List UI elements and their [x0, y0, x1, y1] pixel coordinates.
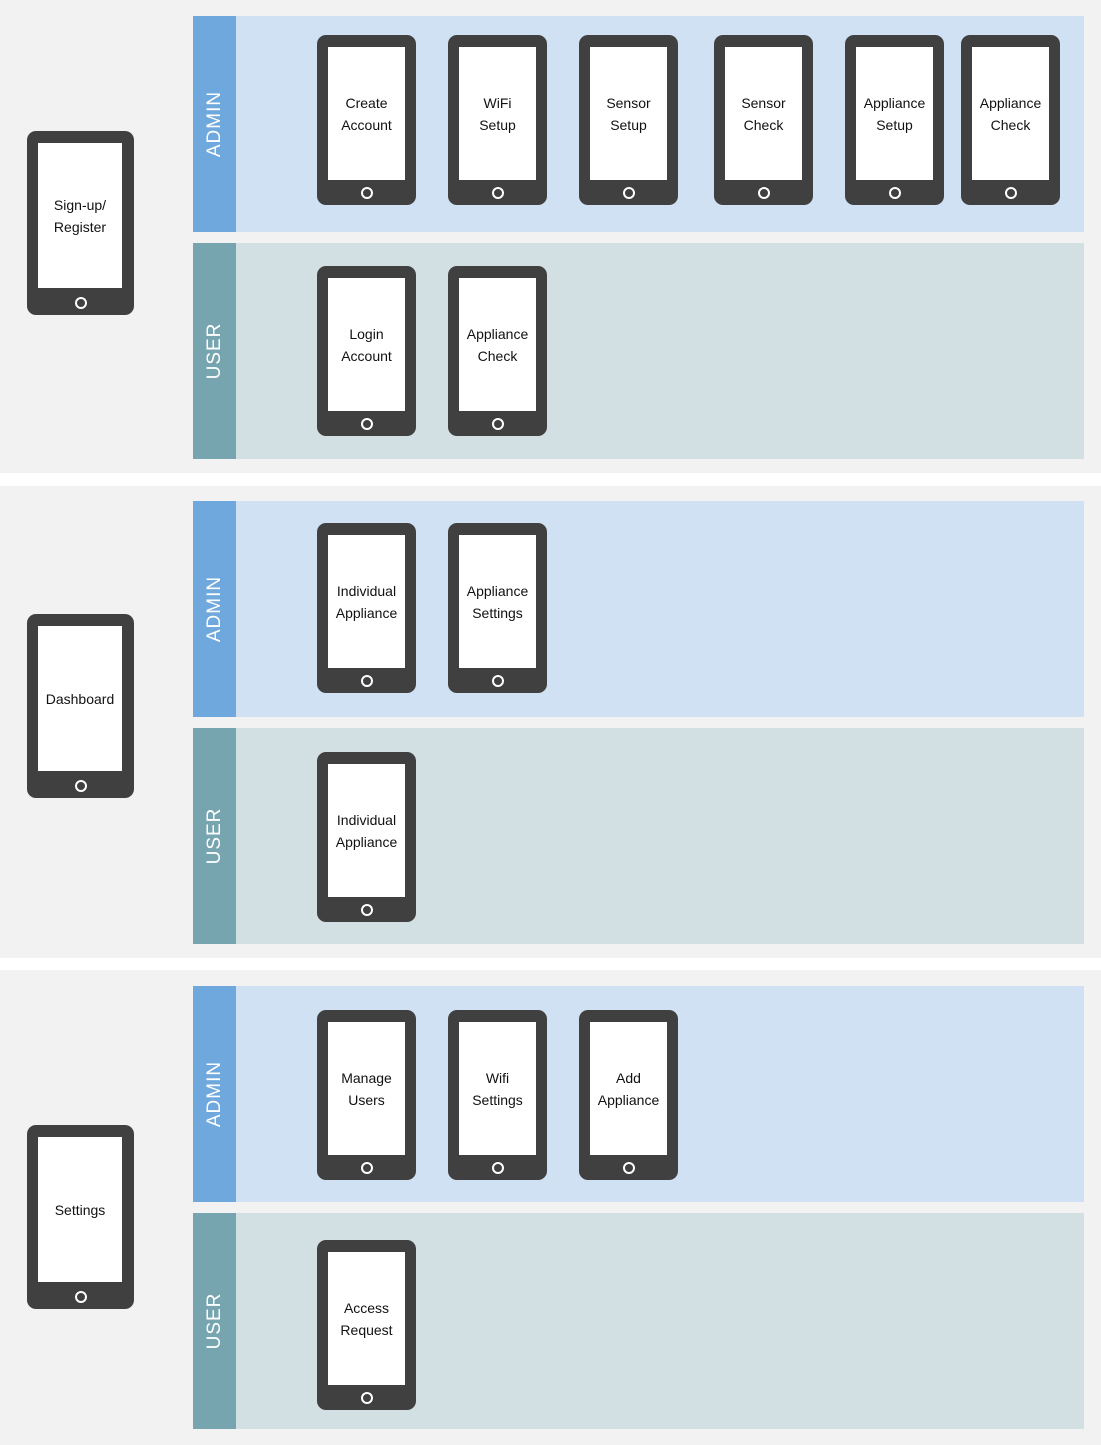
screen-label: Add Appliance: [597, 1069, 660, 1108]
lane-label-user: USER: [203, 807, 225, 865]
home-button-icon: [74, 1291, 87, 1303]
home-button-icon: [360, 904, 373, 916]
screen-label: Sensor Check: [741, 94, 786, 133]
screen-label: WiFi Setup: [479, 94, 516, 133]
home-button-icon: [888, 187, 901, 199]
screen-label: Individual Appliance: [335, 811, 398, 850]
admin-lane: ADMIN Manage Users Wifi Settings Add App…: [193, 986, 1084, 1202]
home-button-icon: [360, 1162, 373, 1174]
phone-mockup: Appliance Check: [448, 266, 547, 436]
home-button-icon: [360, 418, 373, 430]
user-lane: USER Access Request: [193, 1213, 1084, 1429]
phone-mockup-main: Sign-up/ Register: [27, 131, 134, 315]
home-button-icon: [622, 187, 635, 199]
lane-label-user: USER: [203, 322, 225, 380]
screen-label: Login Account: [341, 325, 392, 364]
phone-mockup: Appliance Settings: [448, 523, 547, 693]
home-button-icon: [491, 418, 504, 430]
phone-mockup: Create Account: [317, 35, 416, 205]
home-button-icon: [360, 1392, 373, 1404]
home-button-icon: [491, 1162, 504, 1174]
phone-mockup: Manage Users: [317, 1010, 416, 1180]
screen-label: Wifi Settings: [472, 1069, 523, 1108]
home-button-icon: [74, 297, 87, 309]
screen-label: Manage Users: [341, 1069, 392, 1108]
phone-mockup: Appliance Check: [961, 35, 1060, 205]
phone-mockup: Wifi Settings: [448, 1010, 547, 1180]
phone-mockup: WiFi Setup: [448, 35, 547, 205]
phone-mockup: Sensor Setup: [579, 35, 678, 205]
screen-label: Appliance Setup: [863, 94, 926, 133]
section-settings: Settings ADMIN Manage Users Wifi Setting…: [0, 970, 1101, 1445]
phone-mockup: Access Request: [317, 1240, 416, 1410]
phone-mockup: Individual Appliance: [317, 523, 416, 693]
home-button-icon: [622, 1162, 635, 1174]
screen-label: Appliance Check: [979, 94, 1042, 133]
admin-lane: ADMIN Create Account WiFi Setup Sensor S…: [193, 16, 1084, 232]
admin-lane: ADMIN Individual Appliance Appliance Set…: [193, 501, 1084, 717]
screen-label: Access Request: [340, 1299, 393, 1338]
phone-mockup: Sensor Check: [714, 35, 813, 205]
section-signup: Sign-up/ Register ADMIN Create Account W…: [0, 0, 1101, 473]
screen-label: Dashboard: [45, 690, 115, 707]
phone-mockup: Individual Appliance: [317, 752, 416, 922]
phone-mockup: Add Appliance: [579, 1010, 678, 1180]
screen-label: Appliance Settings: [466, 582, 529, 621]
home-button-icon: [491, 187, 504, 199]
screen-label: Sensor Setup: [606, 94, 651, 133]
home-button-icon: [360, 187, 373, 199]
phone-mockup: Login Account: [317, 266, 416, 436]
phone-mockup-main: Dashboard: [27, 614, 134, 798]
screen-label: Individual Appliance: [335, 582, 398, 621]
home-button-icon: [757, 187, 770, 199]
screen-label: Appliance Check: [466, 325, 529, 364]
screen-label: Create Account: [341, 94, 392, 133]
home-button-icon: [491, 675, 504, 687]
phone-mockup-main: Settings: [27, 1125, 134, 1309]
lane-label-admin: ADMIN: [203, 575, 225, 643]
lane-label-admin: ADMIN: [203, 90, 225, 158]
lane-label-user: USER: [203, 1292, 225, 1350]
lane-label-admin: ADMIN: [203, 1060, 225, 1128]
user-lane: USER Login Account Appliance Check: [193, 243, 1084, 459]
user-lane: USER Individual Appliance: [193, 728, 1084, 944]
home-button-icon: [360, 675, 373, 687]
home-button-icon: [1004, 187, 1017, 199]
phone-mockup: Appliance Setup: [845, 35, 944, 205]
screen-label: Settings: [54, 1201, 106, 1218]
screen-label: Sign-up/ Register: [53, 196, 107, 235]
home-button-icon: [74, 780, 87, 792]
section-dashboard: Dashboard ADMIN Individual Appliance App…: [0, 486, 1101, 958]
